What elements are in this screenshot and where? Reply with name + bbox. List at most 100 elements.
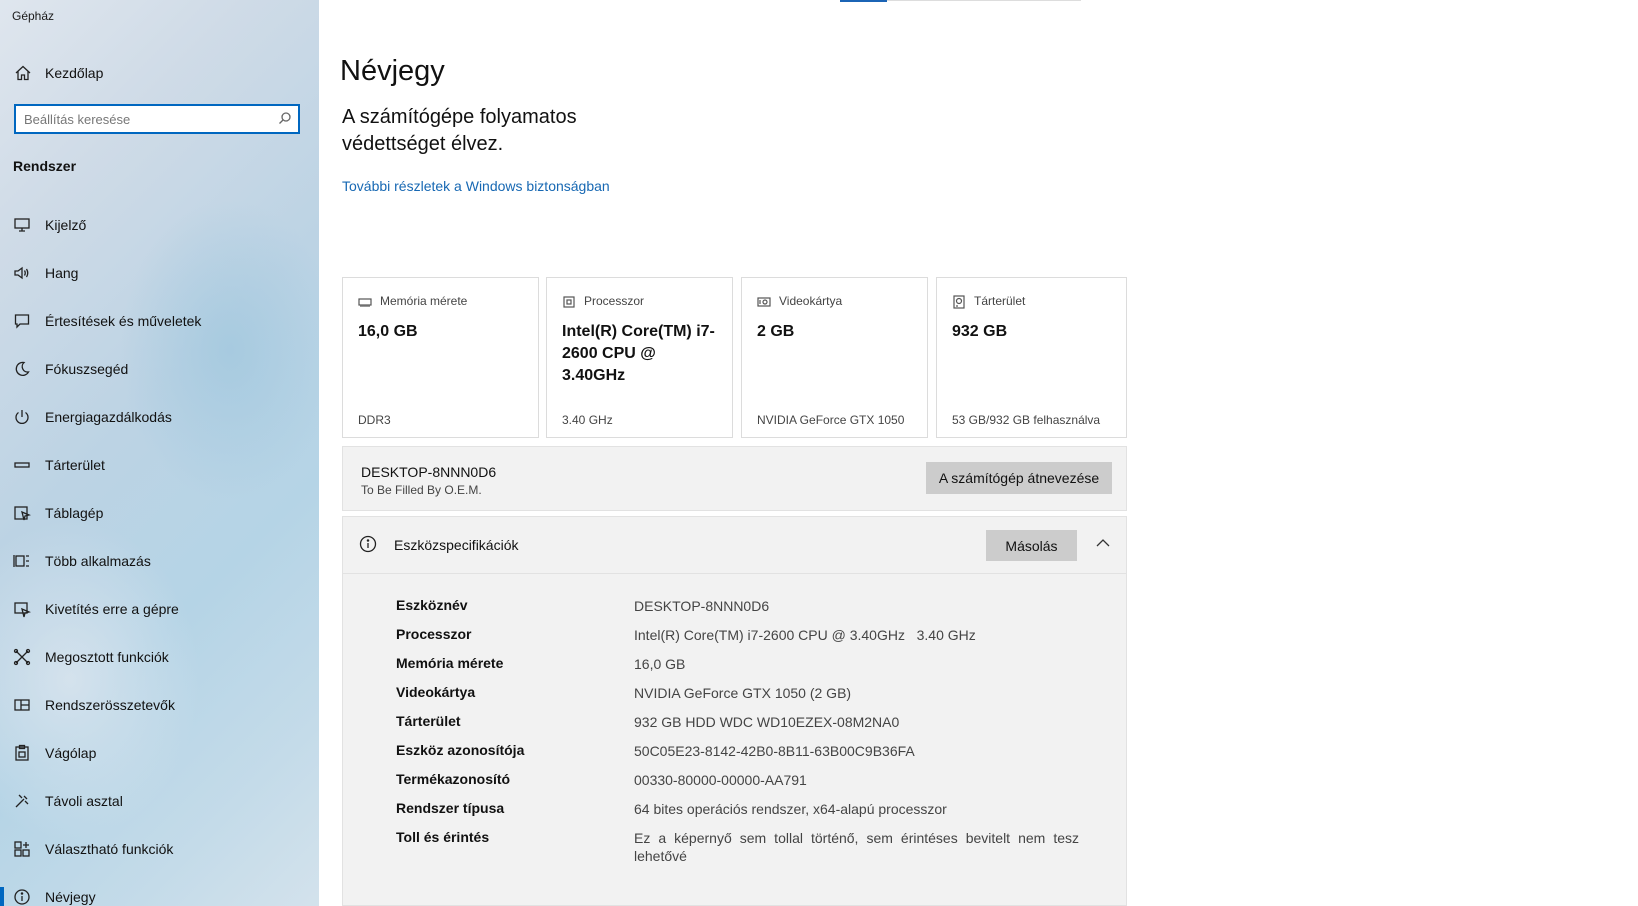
sidebar-item-label: Hang [45,265,79,281]
drive-icon [952,295,966,314]
protection-status: A számítógépe folyamatos védettséget élv… [342,106,577,155]
card-detail: NVIDIA GeForce GTX 1050 [757,413,905,427]
rename-pc-button[interactable]: A számítógép átnevezése [926,462,1112,494]
sidebar-item-label: Tárterület [45,457,105,473]
sidebar-item-label: Táblagép [45,505,104,521]
spec-row-storage: Tárterület 932 GB HDD WDC WD10EZEX-08M2N… [396,713,1096,742]
processor-card: Processzor Intel(R) Core(TM) i7-2600 CPU… [546,277,733,438]
sidebar-item-label: Névjegy [45,889,96,905]
settings-search-box[interactable] [14,104,300,134]
storage-card: Tárterület 932 GB 53 GB/932 GB felhaszná… [936,277,1127,438]
spec-row-graphics: Videokártya NVIDIA GeForce GTX 1050 (2 G… [396,684,1096,713]
sidebar-item-label: Több alkalmazás [45,553,151,569]
sidebar-item-tablet[interactable]: Táblagép [0,489,319,537]
sidebar-item-storage[interactable]: Tárterület [0,441,319,489]
spec-row-system-type: Rendszer típusa 64 bites operációs rends… [396,800,1096,829]
device-name: DESKTOP-8NNN0D6 [361,464,497,480]
optional-features-icon [11,839,33,859]
sidebar: Gépház Kezdőlap Rendszer Kijelző Hang Ér… [0,0,319,906]
spec-value: 64 bites operációs rendszer, x64-alapú p… [634,801,947,817]
chevron-up-icon[interactable] [1095,535,1111,556]
sidebar-item-clipboard[interactable]: Vágólap [0,729,319,777]
spec-value: 50C05E23-8142-42B0-8B11-63B00C9B36FA [634,743,915,759]
spec-key: Rendszer típusa [396,800,505,816]
sidebar-item-optional-features[interactable]: Választható funkciók [0,825,319,873]
components-icon [11,695,33,715]
card-detail: DDR3 [358,413,391,427]
memory-card: Memória mérete 16,0 GB DDR3 [342,277,539,438]
specifications-header[interactable]: Eszközspecifikációk Másolás [343,517,1126,574]
spec-value: NVIDIA GeForce GTX 1050 (2 GB) [634,685,852,701]
sidebar-item-label: Rendszerösszetevők [45,697,175,713]
info-icon [359,535,377,558]
spec-value: DESKTOP-8NNN0D6 [634,598,770,614]
device-specifications-panel: Eszközspecifikációk Másolás Eszköznév DE… [342,516,1127,906]
specifications-title: Eszközspecifikációk [394,537,519,553]
spec-key: Toll és érintés [396,829,490,845]
card-value: 932 GB [952,323,1008,340]
sidebar-item-remote-desktop[interactable]: Távoli asztal [0,777,319,825]
card-value: 16,0 GB [358,323,418,340]
sidebar-item-label: Távoli asztal [45,793,123,809]
sidebar-item-multitasking[interactable]: Több alkalmazás [0,537,319,585]
spec-key: Memória mérete [396,655,504,671]
remote-desktop-icon [11,791,33,811]
device-name-panel: DESKTOP-8NNN0D6 To Be Filled By O.E.M. A… [342,446,1127,511]
sidebar-item-notifications[interactable]: Értesítések és műveletek [0,297,319,345]
card-label: Memória mérete [380,294,468,308]
spec-value: 932 GB HDD WDC WD10EZEX-08M2NA0 [634,714,900,730]
spec-row-device-id: Eszköz azonosítója 50C05E23-8142-42B0-8B… [396,742,1096,771]
home-icon [12,63,34,83]
device-model: To Be Filled By O.E.M. [361,483,482,497]
sidebar-item-sound[interactable]: Hang [0,249,319,297]
spec-row-product-id: Termékazonosító 00330-80000-00000-AA791 [396,771,1096,800]
section-title: Rendszer [13,158,77,174]
card-label: Processzor [584,294,645,308]
card-label: Tárterület [974,294,1026,308]
hardware-cards: Memória mérete 16,0 GB DDR3 Processzor I… [342,277,1127,438]
scroll-indicator [840,0,887,2]
card-label: Videokártya [779,294,843,308]
sidebar-item-power[interactable]: Energiagazdálkodás [0,393,319,441]
divider [887,0,1081,1]
spec-key: Eszköznév [396,597,468,613]
windows-security-link[interactable]: További részletek a Windows biztonságban [342,178,610,194]
sidebar-item-system-components[interactable]: Rendszerösszetevők [0,681,319,729]
home-nav-item[interactable]: Kezdőlap [0,57,319,89]
copy-button[interactable]: Másolás [986,530,1077,561]
sidebar-item-label: Kivetítés erre a gépre [45,601,179,617]
sidebar-item-label: Megosztott funkciók [45,649,169,665]
sidebar-item-display[interactable]: Kijelző [0,201,319,249]
multitask-icon [11,551,33,571]
monitor-icon [11,215,33,235]
sidebar-item-projecting[interactable]: Kivetítés erre a gépre [0,585,319,633]
sidebar-item-label: Fókuszsegéd [45,361,129,377]
sidebar-item-about[interactable]: Névjegy [0,873,319,906]
card-detail: 53 GB/932 GB felhasználva [952,413,1101,427]
clipboard-icon [11,743,33,763]
moon-icon [11,359,33,379]
spec-value: Ez a képernyő sem tollal történő, sem ér… [634,830,1079,864]
spec-value: 00330-80000-00000-AA791 [634,772,807,788]
spec-row-processor: Processzor Intel(R) Core(TM) i7-2600 CPU… [396,626,1096,655]
spec-key: Tárterület [396,713,461,729]
sidebar-item-label: Energiagazdálkodás [45,409,172,425]
spec-key: Processzor [396,626,472,642]
sidebar-item-shared-experiences[interactable]: Megosztott funkciók [0,633,319,681]
search-input[interactable] [24,110,264,128]
sidebar-item-label: Kijelző [45,217,87,233]
sidebar-item-focus-assist[interactable]: Fókuszsegéd [0,345,319,393]
home-label: Kezdőlap [45,65,104,81]
graphics-card: Videokártya 2 GB NVIDIA GeForce GTX 1050 [741,277,928,438]
spec-row-memory: Memória mérete 16,0 GB [396,655,1096,684]
power-icon [11,407,33,427]
spec-row-pen-touch: Toll és érintés Ez a képernyő sem tollal… [396,829,1096,873]
sidebar-item-label: Választható funkciók [45,841,174,857]
search-icon[interactable] [278,111,292,130]
spec-value: 16,0 GB [634,656,686,672]
sidebar-item-label: Vágólap [45,745,97,761]
spec-key: Termékazonosító [396,771,511,787]
spec-value: Intel(R) Core(TM) i7-2600 CPU @ 3.40GHz … [634,627,976,643]
card-value: 2 GB [757,323,795,340]
tablet-icon [11,503,33,523]
